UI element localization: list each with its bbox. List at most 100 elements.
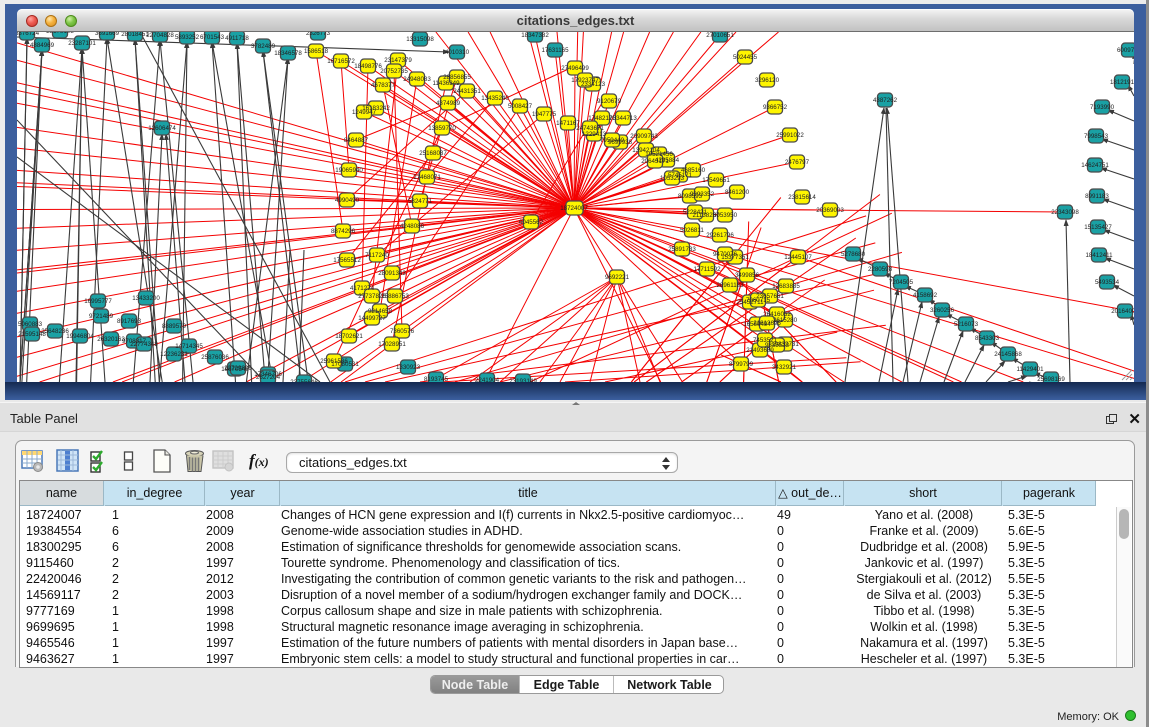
svg-text:8799799: 8799799 [729, 361, 754, 368]
svg-text:16995777: 16995777 [84, 298, 112, 305]
svg-text:9393352: 9393352 [690, 191, 715, 198]
svg-text:4374989: 4374989 [436, 100, 461, 107]
svg-text:19946804: 19946804 [66, 333, 94, 340]
svg-text:25698169: 25698169 [1037, 376, 1065, 382]
svg-text:6376724: 6376724 [17, 32, 40, 37]
svg-text:1947775: 1947775 [532, 111, 557, 118]
svg-text:21613696: 21613696 [753, 320, 781, 327]
svg-text:1249947: 1249947 [352, 109, 377, 116]
svg-text:20369003: 20369003 [816, 207, 844, 214]
svg-text:13435240: 13435240 [481, 95, 509, 102]
svg-text:3260256: 3260256 [930, 307, 955, 314]
svg-text:6009788: 6009788 [1117, 47, 1134, 54]
svg-text:20164005: 20164005 [1111, 308, 1134, 315]
svg-text:16716572: 16716572 [327, 58, 355, 65]
svg-text:5060883: 5060883 [18, 321, 43, 328]
svg-text:7959440: 7959440 [600, 137, 625, 144]
svg-text:1330923: 1330923 [396, 364, 421, 371]
svg-text:12606474: 12606474 [148, 125, 176, 132]
svg-text:1812191: 1812191 [1110, 79, 1134, 86]
svg-text:6045562: 6045562 [519, 219, 544, 226]
svg-text:8874296: 8874296 [331, 228, 356, 235]
svg-text:22704828: 22704828 [146, 32, 174, 39]
svg-text:13859770: 13859770 [428, 125, 456, 132]
svg-text:11436349: 11436349 [432, 80, 460, 87]
svg-text:4685160: 4685160 [681, 167, 706, 174]
svg-text:15135427: 15135427 [1084, 224, 1112, 231]
svg-text:9120679: 9120679 [597, 98, 622, 105]
svg-text:24948083: 24948083 [403, 76, 431, 83]
svg-text:9692221: 9692221 [605, 274, 630, 281]
svg-text:24431351: 24431351 [453, 88, 481, 95]
svg-text:3782489: 3782489 [251, 43, 276, 50]
svg-text:3296120: 3296120 [755, 77, 780, 84]
svg-text:17565512: 17565512 [333, 257, 361, 264]
svg-text:17482175: 17482175 [588, 115, 616, 122]
svg-text:28018451: 28018451 [121, 32, 149, 38]
svg-text:17028951: 17028951 [378, 341, 406, 348]
svg-text:2241904: 2241904 [475, 377, 500, 382]
svg-text:5893252: 5893252 [175, 34, 200, 41]
svg-text:27010651: 27010651 [706, 32, 734, 39]
svg-text:25876036: 25876036 [201, 354, 229, 361]
svg-text:20909743: 20909743 [630, 133, 658, 140]
svg-text:4158692: 4158692 [913, 292, 938, 299]
svg-text:3691669: 3691669 [95, 32, 120, 37]
svg-text:22343098: 22343098 [1051, 209, 1079, 216]
svg-text:9214658: 9214658 [368, 308, 393, 315]
svg-text:20752735: 20752735 [380, 68, 408, 75]
svg-text:7117240: 7117240 [365, 252, 389, 259]
svg-text:20643171: 20643171 [641, 158, 669, 165]
svg-text:4990490: 4990490 [335, 197, 360, 204]
svg-text:23178108: 23178108 [46, 32, 74, 35]
svg-text:18412411: 18412411 [1085, 252, 1113, 259]
svg-text:1586518: 1586518 [304, 48, 329, 55]
svg-text:5493534: 5493534 [1095, 279, 1120, 286]
svg-text:18702621: 18702621 [335, 333, 363, 340]
svg-text:5228421: 5228421 [683, 209, 708, 216]
svg-text:14499727: 14499727 [358, 315, 386, 322]
svg-text:6701543: 6701543 [200, 34, 225, 41]
svg-text:27496499: 27496499 [561, 65, 589, 72]
svg-text:4911718: 4911718 [225, 35, 249, 42]
svg-text:18347382: 18347382 [521, 32, 549, 39]
svg-text:24743671: 24743671 [576, 125, 604, 132]
svg-text:2627204: 2627204 [256, 374, 281, 381]
svg-text:9721489: 9721489 [89, 313, 114, 320]
svg-text:13315098: 13315098 [406, 36, 434, 43]
svg-text:25168087: 25168087 [419, 150, 447, 157]
svg-text:3053950: 3053950 [713, 212, 738, 219]
svg-text:17631165: 17631165 [541, 47, 569, 54]
svg-text:8991183: 8991183 [1085, 193, 1109, 200]
svg-text:9835523: 9835523 [765, 342, 790, 349]
svg-text:12683885: 12683885 [772, 283, 800, 290]
svg-text:5026811: 5026811 [680, 227, 704, 234]
svg-text:17711592: 17711592 [693, 266, 721, 273]
svg-text:25648236: 25648236 [41, 328, 69, 335]
svg-text:9470076: 9470076 [713, 251, 738, 258]
svg-text:19065940: 19065940 [335, 167, 363, 174]
svg-text:28091343: 28091343 [378, 270, 406, 277]
svg-text:13433200: 13433200 [132, 295, 160, 302]
svg-text:4171274: 4171274 [350, 285, 375, 292]
svg-text:11429401: 11429401 [1016, 366, 1044, 373]
svg-text:2476797: 2476797 [785, 159, 810, 166]
svg-text:5024455: 5024455 [733, 54, 758, 61]
svg-text:23193149: 23193149 [509, 378, 537, 382]
svg-text:14624751: 14624751 [1081, 162, 1109, 169]
svg-text:5008427: 5008427 [508, 103, 533, 110]
svg-text:22774348: 22774348 [130, 341, 158, 348]
svg-text:4248086: 4248086 [400, 223, 425, 230]
svg-text:17549651: 17549651 [702, 177, 730, 184]
svg-text:5216073: 5216073 [954, 321, 979, 328]
svg-text:8543303: 8543303 [975, 335, 1000, 342]
svg-text:22729806: 22729806 [224, 365, 252, 372]
svg-text:23147379: 23147379 [384, 57, 412, 64]
svg-text:25961586: 25961586 [320, 358, 348, 365]
svg-text:24145868: 24145868 [994, 351, 1022, 358]
svg-text:1053293: 1053293 [660, 175, 685, 182]
svg-text:18498776: 18498776 [354, 63, 382, 70]
svg-text:23815614: 23815614 [788, 194, 816, 201]
svg-text:28856855: 28856855 [443, 74, 471, 81]
svg-text:7060715: 7060715 [746, 297, 771, 304]
